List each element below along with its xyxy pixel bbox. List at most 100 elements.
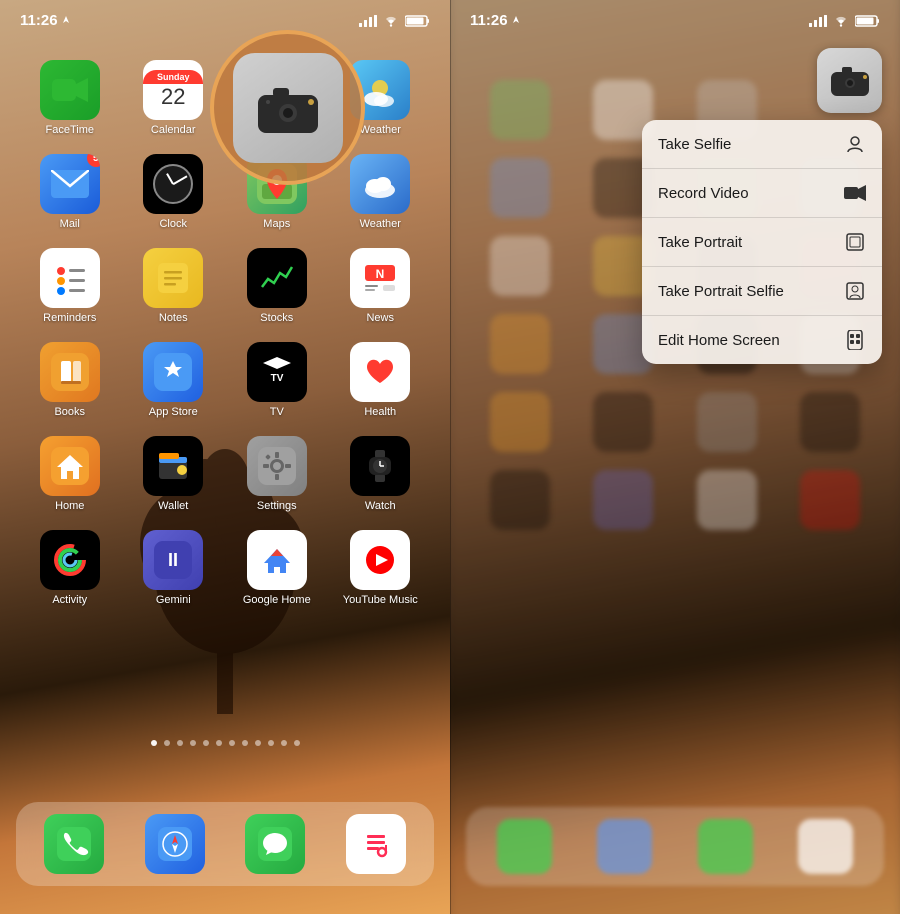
svg-text:TV: TV (270, 373, 283, 384)
app-news[interactable]: N News (343, 248, 418, 324)
weather2-label: Weather (360, 218, 401, 230)
maps-label: Maps (263, 218, 290, 230)
dot-7 (229, 740, 235, 746)
status-bar-right: 11:26 (450, 12, 900, 29)
weather-label: Weather (360, 124, 401, 136)
reminders-label: Reminders (43, 312, 96, 324)
time-right: 11:26 (470, 12, 521, 29)
app-stocks[interactable]: Stocks (239, 248, 314, 324)
googlehome-icon (247, 530, 307, 590)
take-portrait-icon (844, 231, 866, 253)
googlehome-label: Google Home (243, 594, 311, 606)
dock-messages[interactable] (238, 814, 313, 874)
clock-icon (143, 154, 203, 214)
app-health[interactable]: Health (343, 342, 418, 418)
app-notes[interactable]: Notes (136, 248, 211, 324)
app-youtubemusic[interactable]: YouTube Music (343, 530, 418, 606)
app-settings[interactable]: Settings (239, 436, 314, 512)
dock (16, 802, 434, 886)
status-icons-right (809, 15, 880, 27)
dot-10 (268, 740, 274, 746)
appstore-label: App Store (149, 406, 198, 418)
wallet-icon (143, 436, 203, 496)
activity-label: Activity (52, 594, 87, 606)
settings-label: Settings (257, 500, 297, 512)
page-dots (0, 740, 450, 746)
facetime-icon (40, 60, 100, 120)
wallet-label: Wallet (158, 500, 188, 512)
books-label: Books (54, 406, 85, 418)
app-wallet[interactable]: Wallet (136, 436, 211, 512)
app-googlehome[interactable]: Google Home (239, 530, 314, 606)
app-row-3: Reminders Notes (18, 248, 432, 324)
record-video-icon (844, 182, 866, 204)
gemini-label: Gemini (156, 594, 191, 606)
time-left: 11:26 (20, 12, 71, 29)
notes-icon (143, 248, 203, 308)
mail-icon: 5 (40, 154, 100, 214)
news-icon: N (350, 248, 410, 308)
context-menu: Take Selfie Record Video Take Portrait T… (642, 120, 882, 364)
dot-2 (164, 740, 170, 746)
app-row-5: Home Wallet (18, 436, 432, 512)
app-watch[interactable]: Watch (343, 436, 418, 512)
dot-11 (281, 740, 287, 746)
app-reminders[interactable]: Reminders (32, 248, 107, 324)
app-clock[interactable]: Clock (136, 154, 211, 230)
camera-icon-top-right[interactable] (817, 48, 882, 113)
app-home[interactable]: Home (32, 436, 107, 512)
menu-edit-home-screen[interactable]: Edit Home Screen (642, 316, 882, 364)
svg-text:N: N (376, 267, 385, 281)
menu-take-portrait[interactable]: Take Portrait (642, 218, 882, 267)
dot-9 (255, 740, 261, 746)
news-label: News (366, 312, 394, 324)
stocks-icon (247, 248, 307, 308)
divider (450, 0, 451, 914)
camera-highlight[interactable] (210, 30, 365, 185)
app-tv[interactable]: TV TV (239, 342, 314, 418)
activity-icon (40, 530, 100, 590)
mail-badge: 5 (87, 154, 100, 167)
camera-icon-small (817, 48, 882, 113)
dot-5 (203, 740, 209, 746)
home-icon (40, 436, 100, 496)
take-portrait-selfie-icon (844, 280, 866, 302)
music-icon (346, 814, 406, 874)
health-label: Health (364, 406, 396, 418)
settings-icon (247, 436, 307, 496)
tv-icon: TV (247, 342, 307, 402)
app-books[interactable]: Books (32, 342, 107, 418)
home-label: Home (55, 500, 84, 512)
menu-record-video[interactable]: Record Video (642, 169, 882, 218)
watch-icon (350, 436, 410, 496)
app-activity[interactable]: Activity (32, 530, 107, 606)
dock-phone[interactable] (37, 814, 112, 874)
youtubemusic-icon (350, 530, 410, 590)
clock-label: Clock (159, 218, 187, 230)
camera-icon-large (233, 53, 343, 163)
app-facetime[interactable]: FaceTime (32, 60, 107, 136)
health-icon (350, 342, 410, 402)
menu-take-selfie[interactable]: Take Selfie (642, 120, 882, 169)
dock-safari[interactable] (137, 814, 212, 874)
reminders-icon (40, 248, 100, 308)
dot-8 (242, 740, 248, 746)
dot-3 (177, 740, 183, 746)
svg-text:II: II (168, 550, 178, 570)
app-gemini[interactable]: II Gemini (136, 530, 211, 606)
calendar-label: Calendar (151, 124, 196, 136)
tv-label: TV (270, 406, 284, 418)
right-dock-blurred (466, 807, 884, 886)
menu-take-portrait-selfie[interactable]: Take Portrait Selfie (642, 267, 882, 316)
dot-1 (151, 740, 157, 746)
app-calendar[interactable]: Sunday 22 Calendar (136, 60, 211, 136)
left-phone: 11:26 (0, 0, 450, 914)
app-appstore[interactable]: App Store (136, 342, 211, 418)
safari-icon (145, 814, 205, 874)
app-mail[interactable]: 5 Mail (32, 154, 107, 230)
dock-music[interactable] (338, 814, 413, 874)
mail-label: Mail (60, 218, 80, 230)
right-phone: 11:26 Take Selfie (450, 0, 900, 914)
status-icons-left (359, 15, 430, 27)
dot-6 (216, 740, 222, 746)
